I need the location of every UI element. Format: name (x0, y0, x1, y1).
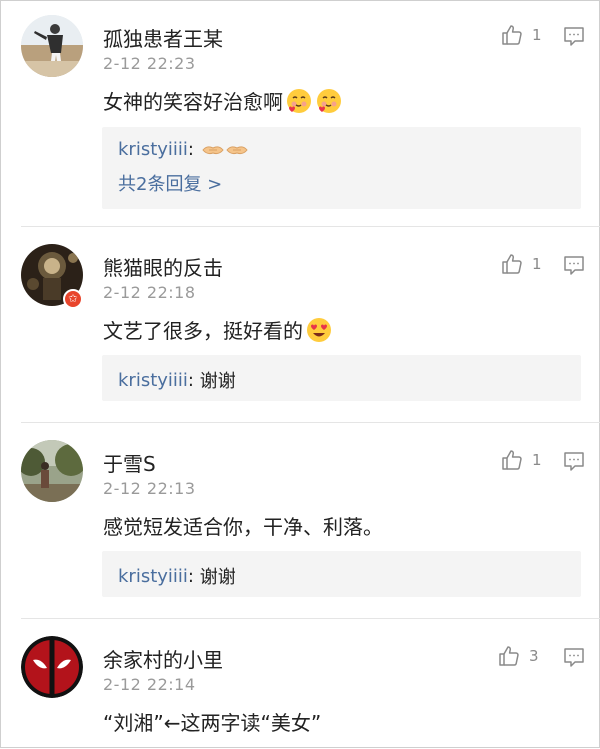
comment-time: 2-12 22:23 (103, 54, 196, 73)
handshake-emoji (226, 142, 248, 158)
thumbs-up-icon (497, 644, 521, 668)
username[interactable]: 熊猫眼的反击 (103, 252, 223, 281)
thumbs-up-icon (500, 23, 524, 47)
comment-bubble-icon[interactable] (563, 646, 585, 668)
like-count: 1 (532, 26, 542, 44)
comment-text: 女神的笑容好治愈啊 (103, 86, 343, 115)
like-count: 1 (532, 451, 542, 469)
reply-item[interactable]: kristyiiii : 谢谢 (118, 563, 236, 589)
like-count: 1 (532, 255, 542, 273)
like-button[interactable]: 3 (497, 644, 539, 668)
comment-bubble-icon[interactable] (563, 25, 585, 47)
comment-text: 感觉短发适合你，干净、利落。 (103, 511, 383, 540)
reply-box: kristyiiii : 谢谢 (102, 355, 581, 401)
username[interactable]: 于雪S (103, 448, 156, 477)
thumbs-up-icon (500, 448, 524, 472)
verified-badge-icon: ✩ (63, 289, 83, 309)
avatar[interactable] (21, 15, 83, 77)
reply-box: kristyiiii : 谢谢 (102, 551, 581, 597)
username[interactable]: 余家村的小里 (103, 644, 223, 673)
comment-time: 2-12 22:13 (103, 479, 196, 498)
handshake-emoji (202, 142, 224, 158)
comment-item: 孤独患者王某 2-12 22:23 1 女神的笑容好治愈啊 kristyiiii (1, 1, 600, 227)
comment-item: ✩ 熊猫眼的反击 2-12 22:18 1 文艺了很多，挺好看的 kristyi… (1, 230, 600, 423)
reply-separator: : (187, 139, 200, 160)
comment-time: 2-12 22:14 (103, 675, 196, 694)
username[interactable]: 孤独患者王某 (103, 23, 223, 52)
blushing-heart-emoji (285, 87, 313, 115)
blushing-heart-emoji (315, 87, 343, 115)
avatar[interactable] (21, 440, 83, 502)
comment-body: “刘湘”←这两字读“美女” (103, 711, 322, 735)
comment-text: 文艺了很多，挺好看的 (103, 315, 333, 344)
reply-box: kristyiiii : 共2条回复 > (102, 127, 581, 209)
comment-body: 女神的笑容好治愈啊 (103, 90, 283, 114)
reply-username[interactable]: kristyiiii (118, 370, 188, 391)
comment-item: 于雪S 2-12 22:13 1 感觉短发适合你，干净、利落。 kristyii… (1, 426, 600, 619)
avatar[interactable] (21, 636, 83, 698)
reply-separator: : (187, 369, 200, 391)
comment-item: 余家村的小里 2-12 22:14 3 “刘湘”←这两字读“美女” (1, 622, 600, 749)
thumbs-up-icon (500, 252, 524, 276)
reply-text: 谢谢 (199, 371, 236, 392)
comment-text: “刘湘”←这两字读“美女” (103, 707, 321, 736)
like-button[interactable]: 1 (500, 252, 542, 276)
reply-username[interactable]: kristyiiii (118, 566, 188, 587)
more-replies-link[interactable]: 共2条回复 > (118, 170, 222, 196)
like-button[interactable]: 1 (500, 448, 542, 472)
comment-body: 感觉短发适合你，干净、利落。 (103, 515, 383, 539)
comment-bubble-icon[interactable] (563, 254, 585, 276)
reply-username[interactable]: kristyiiii (118, 139, 188, 160)
reply-separator: : (187, 565, 200, 587)
divider (21, 422, 600, 423)
comment-bubble-icon[interactable] (563, 450, 585, 472)
divider (21, 226, 600, 227)
reply-item[interactable]: kristyiiii : (118, 139, 248, 160)
like-button[interactable]: 1 (500, 23, 542, 47)
reply-text: 谢谢 (199, 567, 236, 588)
comment-body: 文艺了很多，挺好看的 (103, 319, 303, 343)
divider (21, 618, 600, 619)
heart-eyes-emoji (305, 316, 333, 344)
reply-item[interactable]: kristyiiii : 谢谢 (118, 367, 236, 393)
like-count: 3 (529, 647, 539, 665)
comment-time: 2-12 22:18 (103, 283, 196, 302)
